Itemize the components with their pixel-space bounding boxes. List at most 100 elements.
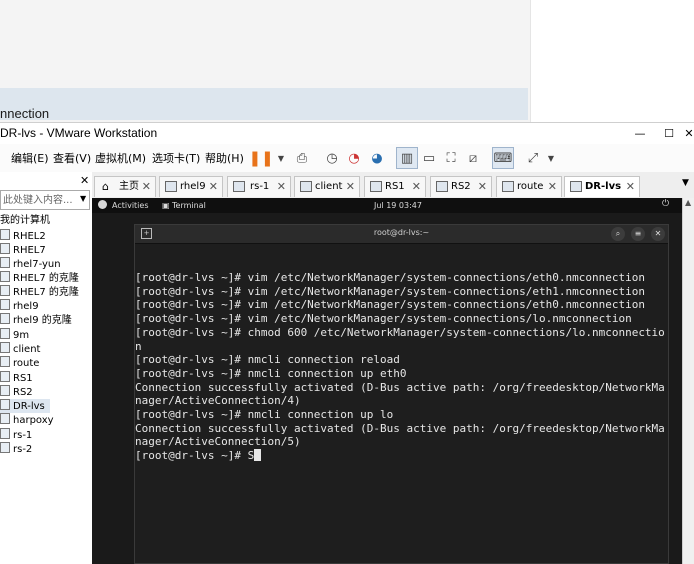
tab-client[interactable]: client ✕ [294, 176, 360, 197]
scroll-up-icon[interactable]: ▲ [685, 198, 691, 207]
thumbnail-view-icon[interactable]: ▭ [418, 147, 440, 169]
library-item[interactable]: rhel9 的克隆 [0, 313, 72, 327]
snapshot-manager-icon[interactable]: ◕ [366, 147, 388, 169]
menu-edit[interactable]: 编辑(E) [11, 150, 49, 166]
console-scrollbar[interactable]: ▲ [682, 198, 694, 564]
pause-icon[interactable]: ❚❚ [248, 147, 273, 169]
library-item-label: 9m [13, 330, 30, 341]
search-icon[interactable]: ⌕ [611, 227, 625, 241]
menu-tabs[interactable]: 选项卡(T) [152, 150, 200, 166]
menubar: 编辑(E) 查看(V) 虚拟机(M) 选项卡(T) 帮助(H) ❚❚ ▼ ⎙ ◷… [0, 144, 694, 173]
minimize-icon[interactable]: — [630, 125, 650, 143]
vm-icon [0, 271, 10, 282]
tab-label: DR-lvs [585, 181, 622, 192]
library-root[interactable]: 我的计算机 [0, 214, 50, 228]
tab-label: RS1 [385, 181, 405, 192]
vm-icon [0, 413, 10, 424]
maximize-icon[interactable]: ☐ [659, 125, 679, 143]
tab-rs1[interactable]: RS1 ✕ [364, 176, 426, 197]
tab-dr-lvs[interactable]: DR-lvs ✕ [564, 176, 640, 197]
library-view-icon[interactable]: ▥ [396, 147, 418, 169]
library-item[interactable]: harpoxy [0, 413, 54, 427]
app-menu-label[interactable]: Terminal [172, 201, 206, 210]
library-item[interactable]: RHEL7 的克隆 [0, 271, 79, 285]
close-icon[interactable]: ✕ [412, 177, 421, 196]
menu-help[interactable]: 帮助(H) [205, 150, 244, 166]
terminal-title: root@dr-lvs:~ [373, 228, 430, 237]
library-item-label: rhel7-yun [13, 259, 61, 270]
snapshot-icon[interactable]: ◷ [321, 147, 343, 169]
library-item[interactable]: route [0, 356, 39, 370]
terminal-headerbar: + root@dr-lvs:~ ⌕ ≡ ✕ [135, 225, 668, 244]
library-item[interactable]: RS2 [0, 385, 33, 399]
library-item[interactable]: RHEL7 的克隆 [0, 285, 79, 299]
terminal-line: [root@dr-lvs ~]# vim /etc/NetworkManager… [135, 298, 645, 312]
console-view-icon[interactable]: ⌨ [492, 147, 514, 169]
tab-home[interactable]: ⌂ 主页 ✕ [94, 176, 156, 197]
library-item[interactable]: rhel7-yun [0, 257, 61, 271]
desktop-right-strip [530, 0, 694, 122]
tab-route[interactable]: route ✕ [496, 176, 562, 197]
hamburger-menu-icon[interactable]: ≡ [631, 227, 645, 241]
activities-button[interactable]: Activities [112, 201, 149, 210]
library-item[interactable]: RS1 [0, 371, 33, 385]
close-icon[interactable]: ✕ [548, 177, 557, 196]
terminal-window[interactable]: + root@dr-lvs:~ ⌕ ≡ ✕ [root@dr-lvs ~]# v… [134, 224, 669, 564]
terminal-line: nager/ActiveConnection/5) [135, 435, 301, 449]
library-item[interactable]: rs-1 [0, 428, 32, 442]
terminal-line: [root@dr-lvs ~]# chmod 600 /etc/NetworkM… [135, 325, 665, 339]
close-icon[interactable]: ✕ [478, 177, 487, 196]
library-item-selected[interactable]: DR-lvs [0, 399, 50, 413]
vm-icon [370, 181, 382, 192]
terminal-line: [root@dr-lvs ~]# nmcli connection reload [135, 353, 400, 367]
close-icon[interactable]: ✕ [626, 177, 635, 196]
terminal-line: [root@dr-lvs ~]# vim /etc/NetworkManager… [135, 271, 645, 284]
vm-icon [233, 181, 245, 192]
tab-rs2[interactable]: RS2 ✕ [430, 176, 492, 197]
close-icon[interactable]: ✕ [142, 177, 151, 196]
vm-icon [0, 313, 10, 324]
library-item[interactable]: RHEL7 [0, 243, 46, 257]
library-item-label: harpoxy [13, 415, 54, 426]
library-item-label: route [13, 358, 40, 369]
clock[interactable]: Jul 19 03:47 [374, 201, 422, 210]
terminal-app-icon: ▣ [162, 201, 170, 210]
close-icon[interactable]: ✕ [277, 177, 286, 196]
tab-rs-1[interactable]: rs-1 ✕ [227, 176, 291, 197]
chevron-down-icon[interactable]: ▼ [270, 147, 292, 169]
chevron-down-icon[interactable]: ▼ [682, 178, 689, 188]
close-icon[interactable]: ✕ [651, 227, 665, 241]
chevron-down-icon[interactable]: ▼ [80, 194, 86, 203]
library-panel: ✕ 此处键入内容... ▼ 我的计算机 RHEL2 RHEL7 rhel7-yu… [0, 172, 93, 564]
library-item-label: rhel9 [13, 301, 39, 312]
library-search-input[interactable]: 此处键入内容... [0, 190, 90, 210]
close-icon[interactable]: ✕ [684, 125, 694, 143]
send-keys-icon[interactable]: ⎙ [291, 147, 313, 169]
close-icon[interactable]: ✕ [346, 177, 355, 196]
fullscreen-icon[interactable]: ⛶ [440, 147, 462, 169]
tab-label: 主页 [119, 181, 139, 192]
library-item-label: RHEL7 的克隆 [13, 273, 79, 284]
unity-icon[interactable]: ⧄ [462, 147, 484, 169]
vmware-titlebar[interactable]: DR-lvs - VMware Workstation — ☐ ✕ [0, 122, 694, 145]
revert-snapshot-icon[interactable]: ◔ [343, 147, 365, 169]
library-item-label: rhel9 的克隆 [13, 315, 72, 326]
close-library-icon[interactable]: ✕ [80, 174, 89, 187]
library-item[interactable]: rs-2 [0, 442, 32, 456]
home-icon: ⌂ [102, 180, 109, 193]
library-item[interactable]: 9m [0, 328, 29, 342]
terminal-line: Connection successfully activated (D-Bus… [135, 380, 665, 394]
tab-rhel9[interactable]: rhel9 ✕ [159, 176, 223, 197]
library-item[interactable]: RHEL2 [0, 229, 46, 243]
terminal-prompt-line[interactable]: [root@dr-lvs ~]# S [135, 449, 262, 463]
chevron-down-icon[interactable]: ▼ [540, 147, 562, 169]
menu-vm[interactable]: 虚拟机(M) [95, 150, 146, 166]
vm-console[interactable]: Activities ▣ Terminal Jul 19 03:47 ⏻ + r… [92, 198, 694, 564]
menu-view[interactable]: 查看(V) [53, 150, 91, 166]
close-icon[interactable]: ✕ [209, 177, 218, 196]
library-item-label: RHEL7 [13, 245, 46, 256]
library-item[interactable]: client [0, 342, 40, 356]
power-icon[interactable]: ⏻ [662, 199, 669, 209]
vm-icon [0, 428, 10, 439]
library-item[interactable]: rhel9 [0, 299, 39, 313]
